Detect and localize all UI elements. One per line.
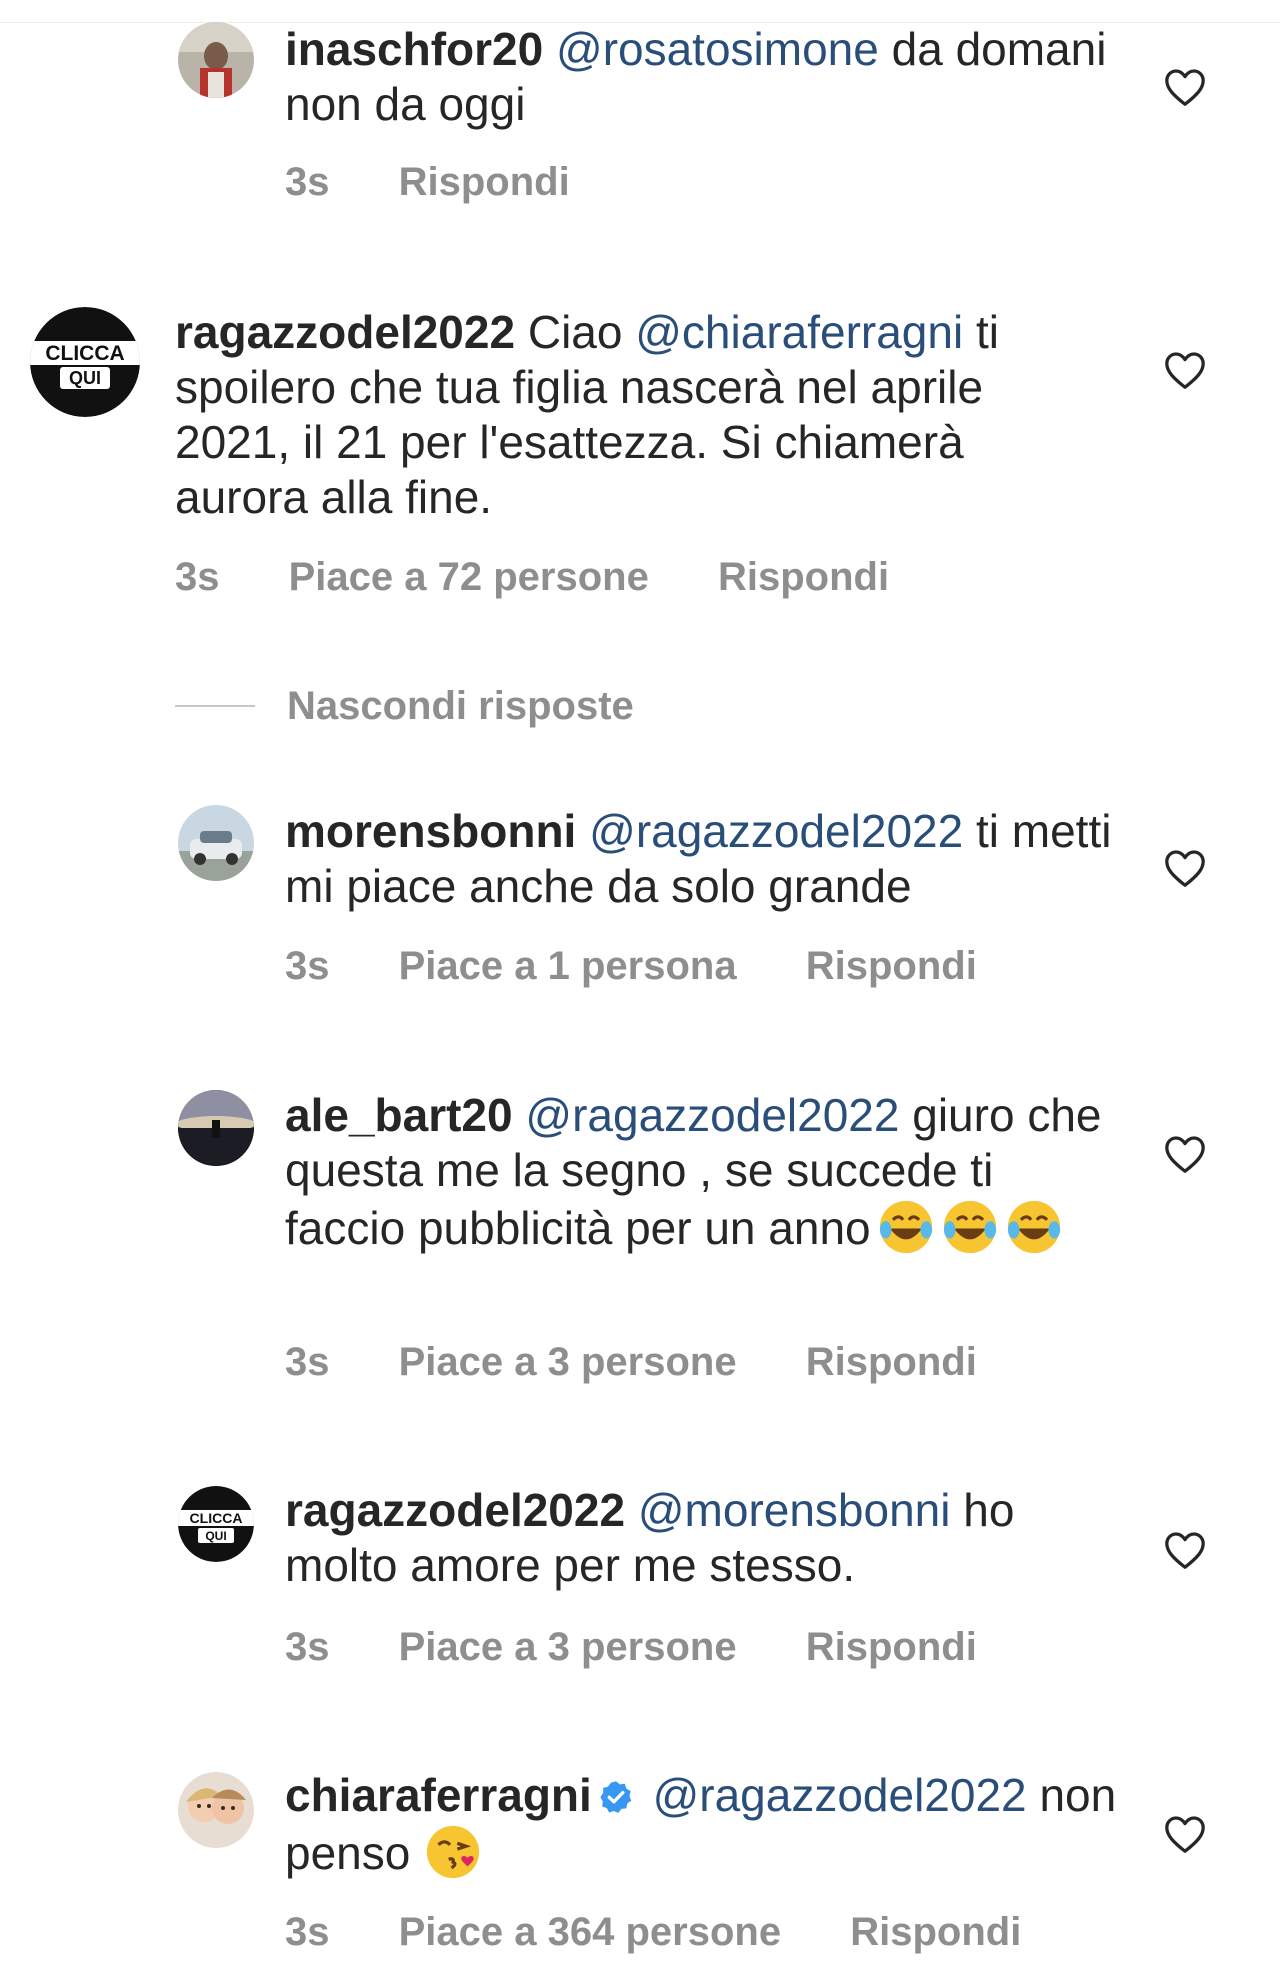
comment-meta: 3s Piace a 3 persone Rispondi: [285, 1625, 1035, 1670]
reply-button[interactable]: Rispondi: [806, 944, 977, 988]
comment-meta: 3s Rispondi: [285, 160, 628, 205]
sunset-photo-avatar-icon: [178, 1090, 254, 1166]
like-heart-icon[interactable]: [1163, 350, 1207, 390]
comment-time: 3s: [285, 1910, 330, 1954]
comment-mention[interactable]: @ragazzodel2022: [653, 1769, 1027, 1821]
hide-replies-label[interactable]: Nascondi risposte: [287, 684, 634, 729]
reply-button[interactable]: Rispondi: [718, 555, 889, 599]
likes-count[interactable]: Piace a 1 persona: [399, 944, 737, 988]
comment-username[interactable]: ragazzodel2022: [285, 1484, 625, 1536]
comment-time: 3s: [285, 944, 330, 988]
comment-username[interactable]: chiaraferragni: [285, 1769, 592, 1821]
comment-time: 3s: [175, 555, 220, 599]
like-heart-icon[interactable]: [1163, 67, 1207, 107]
avatar[interactable]: CLICCA QUI: [30, 307, 140, 417]
svg-text:QUI: QUI: [205, 1529, 226, 1543]
like-heart-icon[interactable]: [1163, 1814, 1207, 1854]
like-heart-icon[interactable]: [1163, 1530, 1207, 1570]
comment-body: ale_bart20 @ragazzodel2022 giuro che que…: [285, 1088, 1125, 1256]
reply-button[interactable]: Rispondi: [806, 1340, 977, 1384]
comment-mention[interactable]: @chiaraferragni: [635, 306, 963, 358]
comment-body: morensbonni @ragazzodel2022 ti metti mi …: [285, 804, 1125, 914]
avatar[interactable]: [178, 805, 254, 881]
comment-username[interactable]: morensbonni: [285, 805, 576, 857]
hide-replies-line: [175, 705, 255, 707]
likes-count[interactable]: Piace a 72 persone: [289, 555, 649, 599]
kissing-face-emoji-icon: [424, 1823, 482, 1881]
comment-meta: 3s Piace a 72 persone Rispondi: [175, 555, 947, 600]
svg-text:CLICCA: CLICCA: [190, 1510, 243, 1526]
svg-text:CLICCA: CLICCA: [45, 342, 124, 365]
like-heart-icon[interactable]: [1163, 1134, 1207, 1174]
clicca-qui-logo-icon: CLICCA QUI: [30, 307, 140, 417]
avatar[interactable]: [178, 1772, 254, 1848]
svg-text:QUI: QUI: [69, 368, 101, 388]
laughing-tears-emoji-icon: [877, 1198, 935, 1256]
reply-button[interactable]: Rispondi: [399, 160, 570, 204]
comment-body: inaschfor20 @rosatosimone da domani non …: [285, 22, 1125, 132]
comment-body: ragazzodel2022 @morensbonni ho molto amo…: [285, 1483, 1125, 1593]
avatar[interactable]: CLICCA QUI: [178, 1486, 254, 1562]
comment-mention[interactable]: @ragazzodel2022: [589, 805, 963, 857]
comment-body: ragazzodel2022 Ciao @chiaraferragni ti s…: [175, 305, 1075, 525]
comment-time: 3s: [285, 1340, 330, 1384]
avatar[interactable]: [178, 22, 254, 98]
comment-meta: 3s Piace a 364 persone Rispondi: [285, 1910, 1079, 1955]
comment-username[interactable]: inaschfor20: [285, 23, 543, 75]
comment-time: 3s: [285, 160, 330, 204]
laughing-tears-emoji-icon: [941, 1198, 999, 1256]
comment-meta: 3s Piace a 3 persone Rispondi: [285, 1340, 1035, 1385]
comment-mention[interactable]: @ragazzodel2022: [525, 1089, 899, 1141]
comment-body: chiaraferragni @ragazzodel2022 non penso: [285, 1768, 1125, 1881]
likes-count[interactable]: Piace a 3 persone: [399, 1340, 737, 1384]
comment-pre-text: Ciao: [527, 306, 623, 358]
comment-meta: 3s Piace a 1 persona Rispondi: [285, 944, 1035, 989]
comment-mention[interactable]: @rosatosimone: [556, 23, 879, 75]
hide-replies-toggle[interactable]: Nascondi risposte: [175, 681, 634, 731]
comment-username[interactable]: ale_bart20: [285, 1089, 513, 1141]
laughing-tears-emoji-icon: [1005, 1198, 1063, 1256]
clicca-qui-logo-icon: CLICCA QUI: [178, 1486, 254, 1562]
car-photo-avatar-icon: [178, 805, 254, 881]
user-photo-avatar-icon: [178, 22, 254, 98]
avatar[interactable]: [178, 1090, 254, 1166]
child-photo-avatar-icon: [178, 1772, 254, 1848]
comment-username[interactable]: ragazzodel2022: [175, 306, 515, 358]
comment-mention[interactable]: @morensbonni: [638, 1484, 951, 1536]
reply-button[interactable]: Rispondi: [806, 1625, 977, 1669]
like-heart-icon[interactable]: [1163, 848, 1207, 888]
likes-count[interactable]: Piace a 364 persone: [399, 1910, 781, 1954]
comment-time: 3s: [285, 1625, 330, 1669]
likes-count[interactable]: Piace a 3 persone: [399, 1625, 737, 1669]
reply-button[interactable]: Rispondi: [850, 1910, 1021, 1954]
verified-badge-icon: [598, 1772, 634, 1813]
